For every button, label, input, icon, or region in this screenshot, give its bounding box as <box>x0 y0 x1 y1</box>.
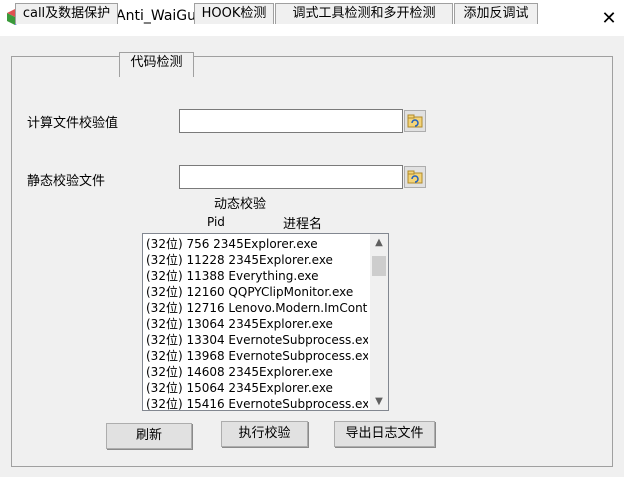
process-name-header: 进程名 <box>283 217 323 232</box>
checksum-label: 计算文件校验值 <box>27 116 119 131</box>
static-label: 静态校验文件 <box>27 174 106 189</box>
tab-debug-tool-check[interactable]: 调式工具检测和多开检测 <box>275 3 453 24</box>
list-item[interactable]: (32位) 14608 2345Explorer.exe <box>143 364 368 380</box>
list-item[interactable]: (32位) 13304 EvernoteSubprocess.exe <box>143 332 368 348</box>
list-item[interactable]: (32位) 13968 EvernoteSubprocess.exe <box>143 348 368 364</box>
list-item[interactable]: (32位) 12160 QQPYClipMonitor.exe <box>143 284 368 300</box>
process-list-scrollbar[interactable]: ▲ ▼ <box>370 234 388 410</box>
scroll-down-icon[interactable]: ▼ <box>370 393 388 410</box>
list-item[interactable]: (32位) 15416 EvernoteSubprocess.exe <box>143 396 368 410</box>
dynamic-label: 动态校验 <box>214 197 267 212</box>
scroll-thumb[interactable] <box>372 256 386 276</box>
tab-code-check[interactable]: 代码检测 <box>119 52 194 77</box>
list-item[interactable]: (32位) 13064 2345Explorer.exe <box>143 316 368 332</box>
list-item[interactable]: (32位) 11388 Everything.exe <box>143 268 368 284</box>
tab-add-anti-debug[interactable]: 添加反调试 <box>454 3 538 24</box>
folder-open-icon <box>407 170 423 184</box>
checksum-browse-button[interactable] <box>404 110 426 132</box>
list-item[interactable]: (32位) 11228 2345Explorer.exe <box>143 252 368 268</box>
static-file-field[interactable] <box>179 165 403 189</box>
scroll-up-icon[interactable]: ▲ <box>370 234 388 251</box>
export-log-button[interactable]: 导出日志文件 <box>334 421 435 447</box>
static-browse-button[interactable] <box>404 166 426 188</box>
list-item[interactable]: (32位) 12716 Lenovo.Modern.ImController <box>143 300 368 316</box>
list-item[interactable]: (32位) 15064 2345Explorer.exe <box>143 380 368 396</box>
tab-hook-check[interactable]: HOOK检测 <box>194 3 274 24</box>
folder-open-icon <box>407 114 423 128</box>
refresh-button[interactable]: 刷新 <box>106 423 192 449</box>
list-item[interactable]: (32位) 756 2345Explorer.exe <box>143 236 368 252</box>
close-icon[interactable]: ✕ <box>594 0 624 36</box>
tab-call-data-protect[interactable]: call及数据保护 <box>15 3 118 24</box>
checksum-field[interactable] <box>179 109 403 133</box>
pid-header: Pid <box>207 215 225 229</box>
run-check-button[interactable]: 执行校验 <box>221 421 308 447</box>
process-list[interactable]: (32位) 756 2345Explorer.exe (32位) 11228 23… <box>142 233 389 411</box>
